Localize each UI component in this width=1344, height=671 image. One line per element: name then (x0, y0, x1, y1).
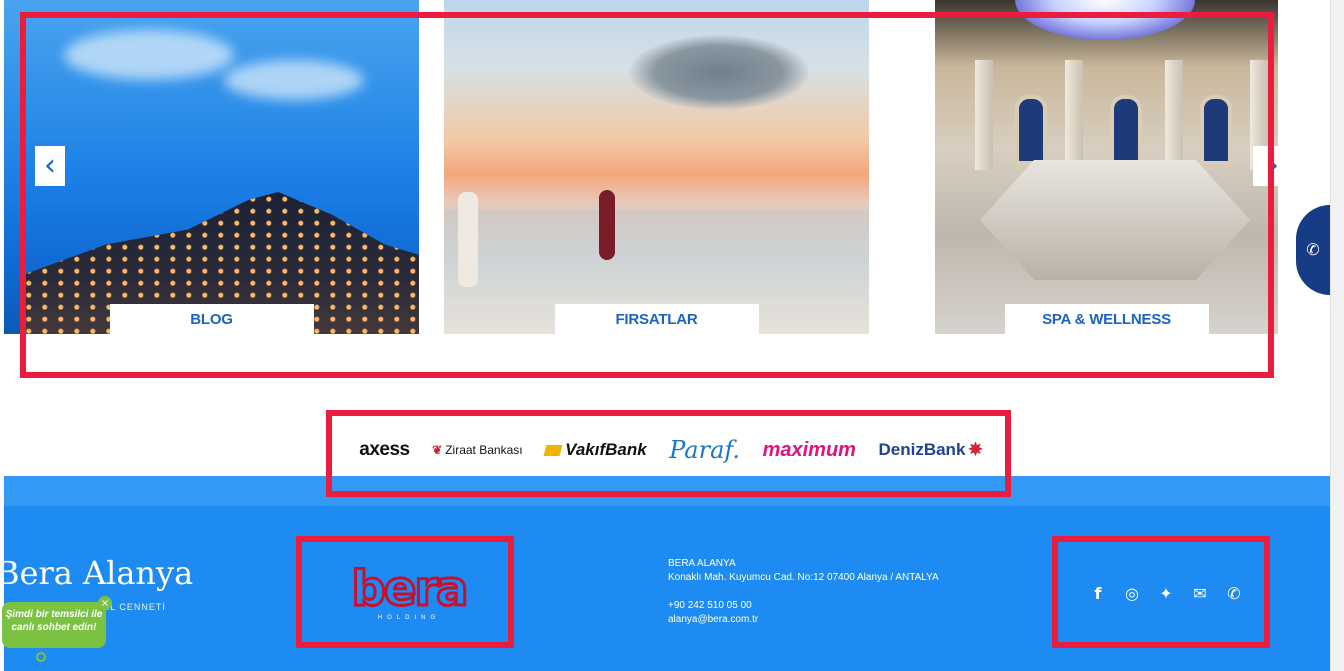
phone-link[interactable]: +90 242 510 05 00 (668, 599, 939, 613)
annotation-frame-carousel (20, 12, 1274, 378)
phone-icon: ✆ (1306, 242, 1320, 259)
logo-text: Bera Alanya (0, 554, 194, 592)
annotation-frame-social (1052, 536, 1270, 648)
chat-line-1: Şimdi bir temsilci ile (5, 609, 103, 620)
annotation-frame-banks (326, 410, 1011, 497)
page: BLOG FIRSATLAR SPA & WELLNESS ‹ › ✆ axes… (0, 0, 1344, 671)
email-link[interactable]: alanya@bera.com.tr (668, 613, 939, 627)
bera-alanya-logo[interactable]: Bera Alanya TATİL CENNETİ (0, 554, 194, 612)
chat-close-icon[interactable]: × (98, 596, 112, 610)
call-button[interactable]: ✆ (1296, 205, 1330, 295)
annotation-frame-holding (296, 536, 514, 648)
scrollbar[interactable] (1330, 0, 1344, 671)
chat-indicator (36, 652, 46, 662)
live-chat-bubble[interactable]: Şimdi bir temsilci ile canlı sohbet edin… (2, 602, 106, 648)
chat-line-2: canlı sohbet edin! (11, 622, 97, 633)
contact-info: BERA ALANYA Konaklı Mah. Kuyumcu Cad. No… (668, 557, 939, 627)
hotel-name: BERA ALANYA (668, 558, 736, 569)
address-line: Konaklı Mah. Kuyumcu Cad. No:12 07400 Al… (668, 572, 939, 583)
